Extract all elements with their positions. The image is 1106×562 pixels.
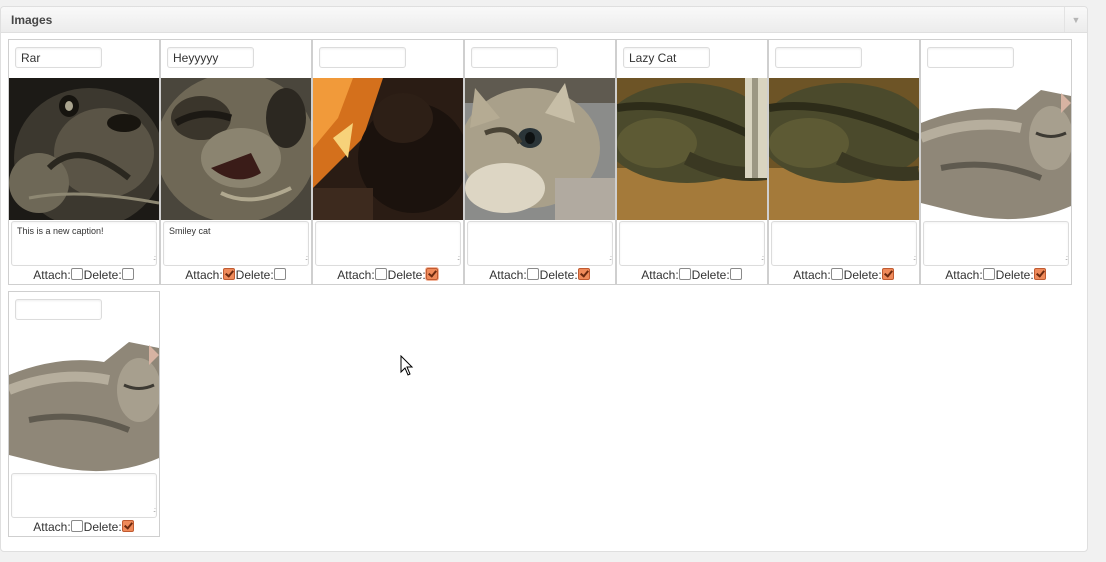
image-controls: Attach: Delete: (465, 268, 615, 282)
image-caption-field[interactable] (315, 221, 461, 266)
attach-label: Attach: (33, 268, 71, 282)
image-caption-field[interactable]: Smiley cat (163, 221, 309, 266)
image-caption-field[interactable] (619, 221, 765, 266)
resize-grip-icon[interactable]: .: (609, 255, 612, 262)
image-caption-field[interactable] (923, 221, 1069, 266)
delete-label: Delete: (83, 520, 122, 534)
attach-checkbox[interactable] (982, 268, 995, 280)
image-controls: Attach: Delete: (769, 268, 919, 282)
attach-label: Attach: (337, 268, 375, 282)
cat-photo (769, 78, 919, 220)
attach-checkbox[interactable] (526, 268, 539, 280)
image-card: .: Attach: Delete: (920, 39, 1072, 285)
image-card: .: Attach: Delete: (768, 39, 920, 285)
image-card: .: Attach: Delete: (616, 39, 768, 285)
cat-photo (313, 78, 463, 220)
delete-checkbox[interactable] (121, 268, 134, 280)
image-title-input[interactable] (623, 47, 710, 68)
cat-photo (9, 78, 159, 220)
image-caption-field[interactable] (467, 221, 613, 266)
attach-label: Attach: (945, 268, 983, 282)
image-controls: Attach: Delete: (9, 268, 159, 282)
image-card: .: Attach: Delete: (8, 291, 160, 537)
cat-photo (921, 78, 1071, 220)
image-caption-field[interactable] (11, 473, 157, 518)
attach-label: Attach: (793, 268, 831, 282)
image-controls: Attach: Delete: (617, 268, 767, 282)
image-card: .: Attach: Delete: (312, 39, 464, 285)
images-panel: Images ▼ This is a new caption! (0, 6, 1088, 552)
image-title-input[interactable] (15, 47, 102, 68)
attach-checkbox[interactable] (678, 268, 691, 280)
image-caption-field[interactable]: This is a new caption! (11, 221, 157, 266)
image-title-input[interactable] (15, 299, 102, 320)
mouse-cursor-icon (400, 355, 414, 376)
resize-grip-icon[interactable]: .: (305, 255, 308, 262)
image-controls: Attach: Delete: (9, 520, 159, 534)
triangle-down-icon[interactable]: ▼ (1064, 7, 1087, 32)
image-controls: Attach: Delete: (161, 268, 311, 282)
resize-grip-icon[interactable]: .: (153, 507, 156, 514)
cat-photo (161, 78, 311, 220)
resize-grip-icon[interactable]: .: (457, 255, 460, 262)
delete-checkbox[interactable] (881, 268, 894, 280)
delete-checkbox[interactable] (425, 268, 438, 280)
image-card: Smiley cat .: Attach: Delete: (160, 39, 312, 285)
image-card: This is a new caption! .: Attach: Delete: (8, 39, 160, 285)
image-controls: Attach: Delete: (921, 268, 1071, 282)
image-caption-field[interactable] (771, 221, 917, 266)
delete-checkbox[interactable] (729, 268, 742, 280)
delete-label: Delete: (387, 268, 426, 282)
delete-label: Delete: (843, 268, 882, 282)
image-title-input[interactable] (319, 47, 406, 68)
attach-label: Attach: (33, 520, 71, 534)
image-card: .: Attach: Delete: (464, 39, 616, 285)
attach-checkbox[interactable] (830, 268, 843, 280)
image-title-input[interactable] (471, 47, 558, 68)
delete-label: Delete: (539, 268, 578, 282)
resize-grip-icon[interactable]: .: (913, 255, 916, 262)
delete-label: Delete: (995, 268, 1034, 282)
image-title-input[interactable] (927, 47, 1014, 68)
delete-checkbox[interactable] (273, 268, 286, 280)
resize-grip-icon[interactable]: .: (761, 255, 764, 262)
delete-label: Delete: (83, 268, 122, 282)
attach-checkbox[interactable] (70, 268, 83, 280)
attach-checkbox[interactable] (70, 520, 83, 532)
cat-photo (9, 330, 159, 472)
delete-checkbox[interactable] (577, 268, 590, 280)
resize-grip-icon[interactable]: .: (153, 255, 156, 262)
attach-label: Attach: (489, 268, 527, 282)
image-grid: This is a new caption! .: Attach: Delete: (8, 39, 1084, 543)
image-controls: Attach: Delete: (313, 268, 463, 282)
delete-checkbox[interactable] (121, 520, 134, 532)
image-title-input[interactable] (167, 47, 254, 68)
attach-label: Attach: (641, 268, 679, 282)
delete-label: Delete: (691, 268, 730, 282)
cat-photo (617, 78, 767, 220)
attach-checkbox[interactable] (374, 268, 387, 280)
cat-photo (465, 78, 615, 220)
attach-label: Attach: (185, 268, 223, 282)
panel-title: Images (11, 13, 53, 27)
resize-grip-icon[interactable]: .: (1065, 255, 1068, 262)
attach-checkbox[interactable] (222, 268, 235, 280)
panel-header: Images ▼ (1, 7, 1087, 33)
delete-checkbox[interactable] (1033, 268, 1046, 280)
image-title-input[interactable] (775, 47, 862, 68)
delete-label: Delete: (235, 268, 274, 282)
